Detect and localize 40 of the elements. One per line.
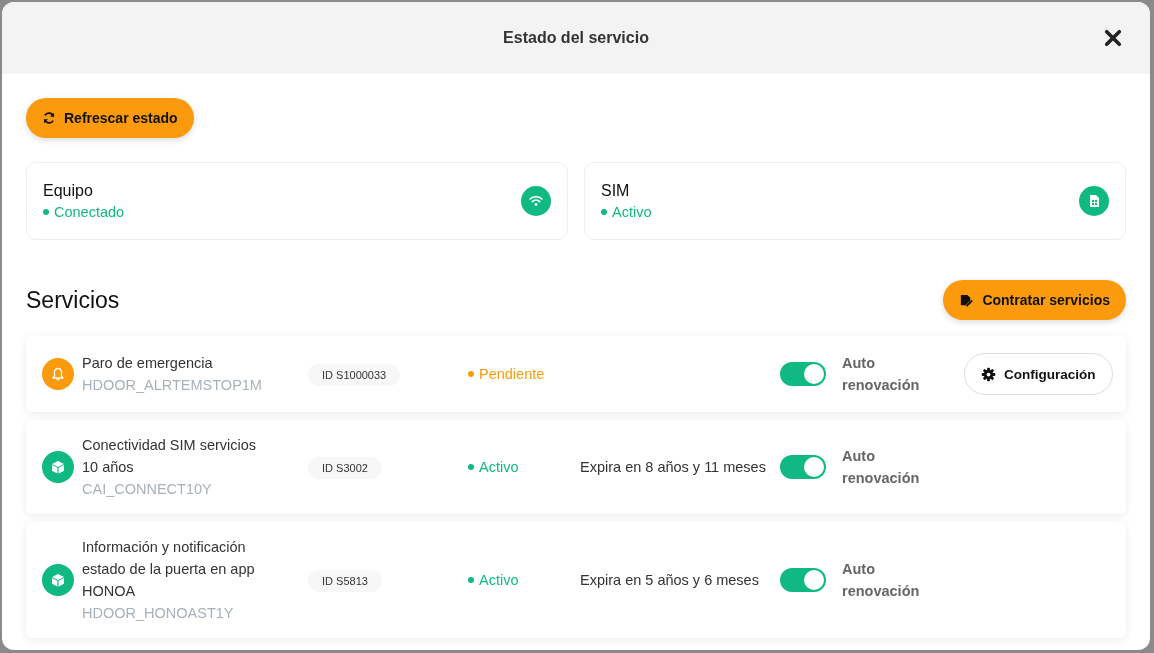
sim-card-icon bbox=[1079, 186, 1109, 216]
status-label: Activo bbox=[479, 459, 519, 475]
auto-renew-label: Auto renovación bbox=[842, 447, 921, 488]
auto-renew-toggle[interactable] bbox=[780, 568, 826, 592]
service-id-badge: ID S5813 bbox=[308, 570, 382, 592]
bell-icon bbox=[42, 358, 74, 390]
service-id-badge: ID S3002 bbox=[308, 457, 382, 479]
service-name: Paro de emergencia bbox=[82, 354, 214, 373]
refresh-icon bbox=[42, 111, 56, 125]
status-dot bbox=[601, 209, 607, 215]
expiry-text: Expira en 5 años y 6 meses bbox=[580, 572, 759, 588]
service-name: Conectividad SIM servicios 10 años bbox=[82, 436, 258, 477]
card-title: Equipo bbox=[43, 182, 94, 200]
card-title: SIM bbox=[601, 182, 631, 200]
cube-icon bbox=[42, 451, 74, 483]
status-label: Pendiente bbox=[479, 366, 545, 382]
dialog-title: Estado del servicio bbox=[503, 29, 649, 47]
section-title: Servicios bbox=[26, 286, 120, 314]
service-code: HDOOR_HONOAST1Y bbox=[82, 604, 235, 623]
wifi-icon bbox=[521, 186, 551, 216]
status-label: Activo bbox=[612, 204, 652, 220]
status-label: Activo bbox=[479, 572, 519, 588]
service-name: Información y notificación estado de la puerta en app HONOA bbox=[82, 538, 256, 601]
status-label: Conectado bbox=[54, 204, 125, 220]
auto-renew-label: Auto renovación bbox=[842, 354, 921, 395]
expiry-text: Expira en 8 años y 11 meses bbox=[580, 459, 766, 475]
refresh-button[interactable]: Refrescar estado bbox=[26, 98, 194, 138]
configuration-button[interactable]: Configuración bbox=[964, 353, 1113, 395]
service-code: CAI_CONNECT10Y bbox=[82, 480, 213, 499]
cube-icon bbox=[42, 564, 74, 596]
signature-icon bbox=[959, 292, 975, 308]
auto-renew-toggle[interactable] bbox=[780, 362, 826, 386]
auto-renew-toggle[interactable] bbox=[780, 455, 826, 479]
auto-renew-label: Auto renovación bbox=[842, 560, 921, 601]
close-icon[interactable] bbox=[1104, 29, 1122, 47]
status-dot bbox=[43, 209, 49, 215]
settings-icon bbox=[981, 366, 996, 382]
service-code: HDOOR_ALRTEMSTOP1M bbox=[82, 376, 263, 395]
service-id-badge: ID S1000033 bbox=[308, 364, 401, 386]
hire-services-button[interactable]: Contratar servicios bbox=[943, 280, 1126, 320]
